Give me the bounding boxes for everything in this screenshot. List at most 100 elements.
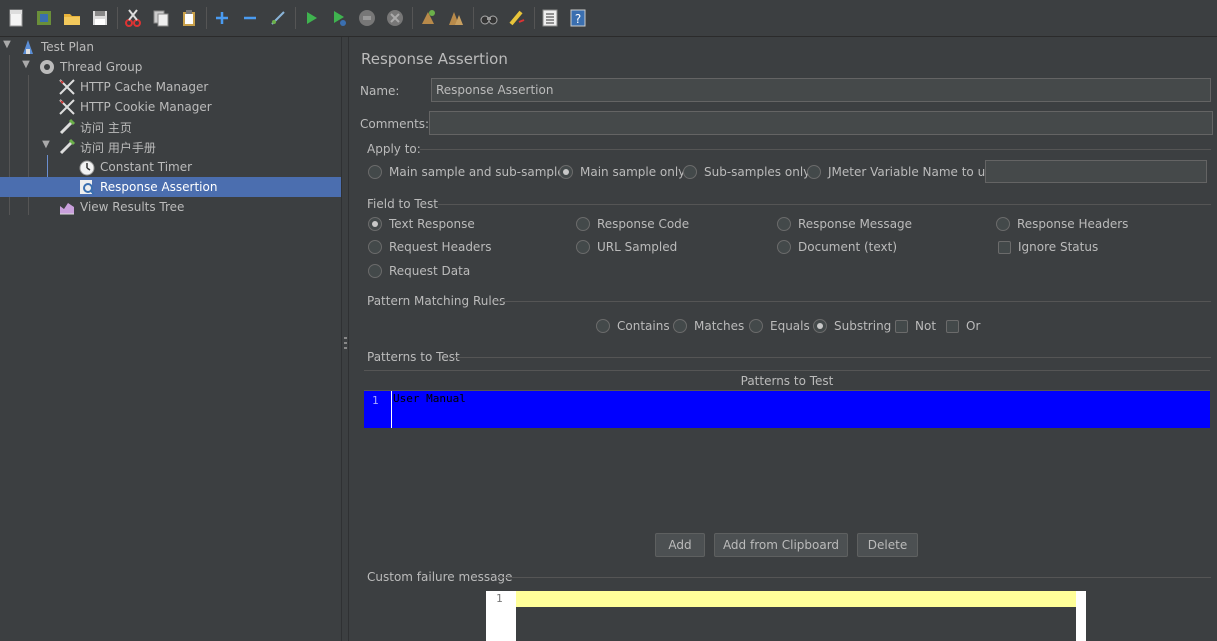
radio-response-headers[interactable]: Response Headers <box>996 217 1128 231</box>
new-icon[interactable] <box>5 7 27 29</box>
tree-item-http-cookie-manager[interactable]: HTTP Cookie Manager <box>58 97 220 117</box>
sampler-icon <box>58 118 76 136</box>
checkbox-box <box>895 319 908 333</box>
radio-label: Equals <box>770 319 810 333</box>
pattern-text[interactable]: User Manual <box>393 392 466 405</box>
reset-search-icon[interactable] <box>506 7 528 29</box>
line-number: 1 <box>486 591 516 641</box>
field-to-test-title: Field to Test <box>367 197 439 211</box>
radio-response-code[interactable]: Response Code <box>576 217 689 231</box>
radio-dot <box>559 165 573 179</box>
radio-response-message[interactable]: Response Message <box>777 217 912 231</box>
add-button[interactable]: Add <box>655 533 705 557</box>
tree-item-http-cache-manager[interactable]: HTTP Cache Manager <box>58 77 216 97</box>
radio-contains[interactable]: Contains <box>596 319 670 333</box>
checkbox-not[interactable]: Not <box>895 319 936 333</box>
radio-sub-samples-only[interactable]: Sub-samples only <box>683 165 810 179</box>
tree-item-constant-timer[interactable]: Constant Timer <box>78 157 200 177</box>
save-icon[interactable] <box>89 7 111 29</box>
radio-label: Main sample and sub-samples <box>389 165 571 179</box>
radio-dot <box>813 319 827 333</box>
radio-main-and-sub-samples[interactable]: Main sample and sub-samples <box>368 165 571 179</box>
name-label: Name: <box>360 84 400 98</box>
search-icon[interactable] <box>478 7 500 29</box>
patterns-table: Patterns to Test 1 User Manual <box>364 370 1210 428</box>
radio-request-headers[interactable]: Request Headers <box>368 240 492 254</box>
open-icon[interactable] <box>61 7 83 29</box>
listener-icon <box>58 198 76 216</box>
radio-label: Main sample only <box>580 165 686 179</box>
chevron-down-icon[interactable]: ▼ <box>40 139 52 150</box>
current-line-highlight <box>516 591 1076 607</box>
radio-equals[interactable]: Equals <box>749 319 810 333</box>
radio-matches[interactable]: Matches <box>673 319 744 333</box>
page-title: Response Assertion <box>361 50 508 68</box>
tree-item-label: HTTP Cache Manager <box>80 80 209 94</box>
jmeter-variable-field[interactable] <box>985 160 1207 183</box>
stop-icon[interactable] <box>356 7 378 29</box>
shutdown-icon[interactable] <box>384 7 406 29</box>
svg-text:?: ? <box>575 12 581 26</box>
radio-dot <box>596 319 610 333</box>
radio-label: Substring <box>834 319 892 333</box>
checkbox-box <box>998 240 1011 254</box>
toolbar: ? <box>0 0 1217 37</box>
radio-dot <box>996 217 1010 231</box>
paste-icon[interactable] <box>178 7 200 29</box>
tools-icon <box>58 78 76 96</box>
cut-icon[interactable] <box>122 7 144 29</box>
tree-item-label: 访问 用户手册 <box>80 140 156 155</box>
radio-url-sampled[interactable]: URL Sampled <box>576 240 677 254</box>
radio-dot <box>576 240 590 254</box>
tree-item-response-assertion[interactable]: Response Assertion <box>0 177 341 197</box>
templates-icon[interactable] <box>33 7 55 29</box>
name-field[interactable]: Response Assertion <box>431 78 1211 102</box>
toggle-icon[interactable] <box>267 7 289 29</box>
copy-icon[interactable] <box>150 7 172 29</box>
radio-document-text[interactable]: Document (text) <box>777 240 897 254</box>
toolbar-separator <box>473 7 474 29</box>
add-from-clipboard-button[interactable]: Add from Clipboard <box>714 533 848 557</box>
tree-item-label: Thread Group <box>60 60 143 74</box>
toolbar-separator <box>117 7 118 29</box>
checkbox-ignore-status[interactable]: Ignore Status <box>998 240 1098 254</box>
comments-field[interactable] <box>429 111 1213 135</box>
clear-icon[interactable] <box>417 7 439 29</box>
patterns-to-test-title: Patterns to Test <box>367 350 460 364</box>
splitter[interactable] <box>341 37 349 641</box>
expand-icon[interactable] <box>211 7 233 29</box>
line-number: 1 <box>372 394 379 407</box>
table-row[interactable]: 1 User Manual <box>364 391 1210 428</box>
group-divider <box>497 577 1211 578</box>
help-icon[interactable]: ? <box>567 7 589 29</box>
tree-item-visit-user-manual[interactable]: 访问 用户手册 <box>58 137 164 157</box>
tree-item-visit-home[interactable]: 访问 主页 <box>58 117 140 137</box>
start-no-pause-icon[interactable] <box>328 7 350 29</box>
radio-substring[interactable]: Substring <box>813 319 891 333</box>
sampler-icon <box>58 138 76 156</box>
tree-item-label: Constant Timer <box>100 160 193 174</box>
start-icon[interactable] <box>300 7 322 29</box>
function-helper-icon[interactable] <box>539 7 561 29</box>
group-divider <box>494 301 1211 302</box>
apply-to-title: Apply to: <box>367 142 421 156</box>
radio-dot <box>749 319 763 333</box>
tree-item-view-results-tree[interactable]: View Results Tree <box>58 197 192 217</box>
collapse-icon[interactable] <box>239 7 261 29</box>
editor-body[interactable] <box>516 607 1076 641</box>
tools-icon <box>58 98 76 116</box>
chevron-down-icon[interactable]: ▼ <box>20 59 32 70</box>
checkbox-or[interactable]: Or <box>946 319 980 333</box>
chevron-down-icon[interactable]: ▼ <box>1 39 13 50</box>
custom-failure-editor[interactable]: 1 <box>486 591 1086 641</box>
radio-main-sample-only[interactable]: Main sample only <box>559 165 685 179</box>
radio-request-data[interactable]: Request Data <box>368 264 470 278</box>
radio-label: Text Response <box>389 217 475 231</box>
clear-all-icon[interactable] <box>445 7 467 29</box>
radio-text-response[interactable]: Text Response <box>368 217 475 231</box>
delete-button[interactable]: Delete <box>857 533 918 557</box>
tree-item-thread-group[interactable]: Thread Group <box>38 57 150 77</box>
radio-label: Response Code <box>597 217 690 231</box>
radio-jmeter-variable[interactable]: JMeter Variable Name to use <box>807 165 999 179</box>
tree-item-test-plan[interactable]: Test Plan <box>19 37 102 57</box>
